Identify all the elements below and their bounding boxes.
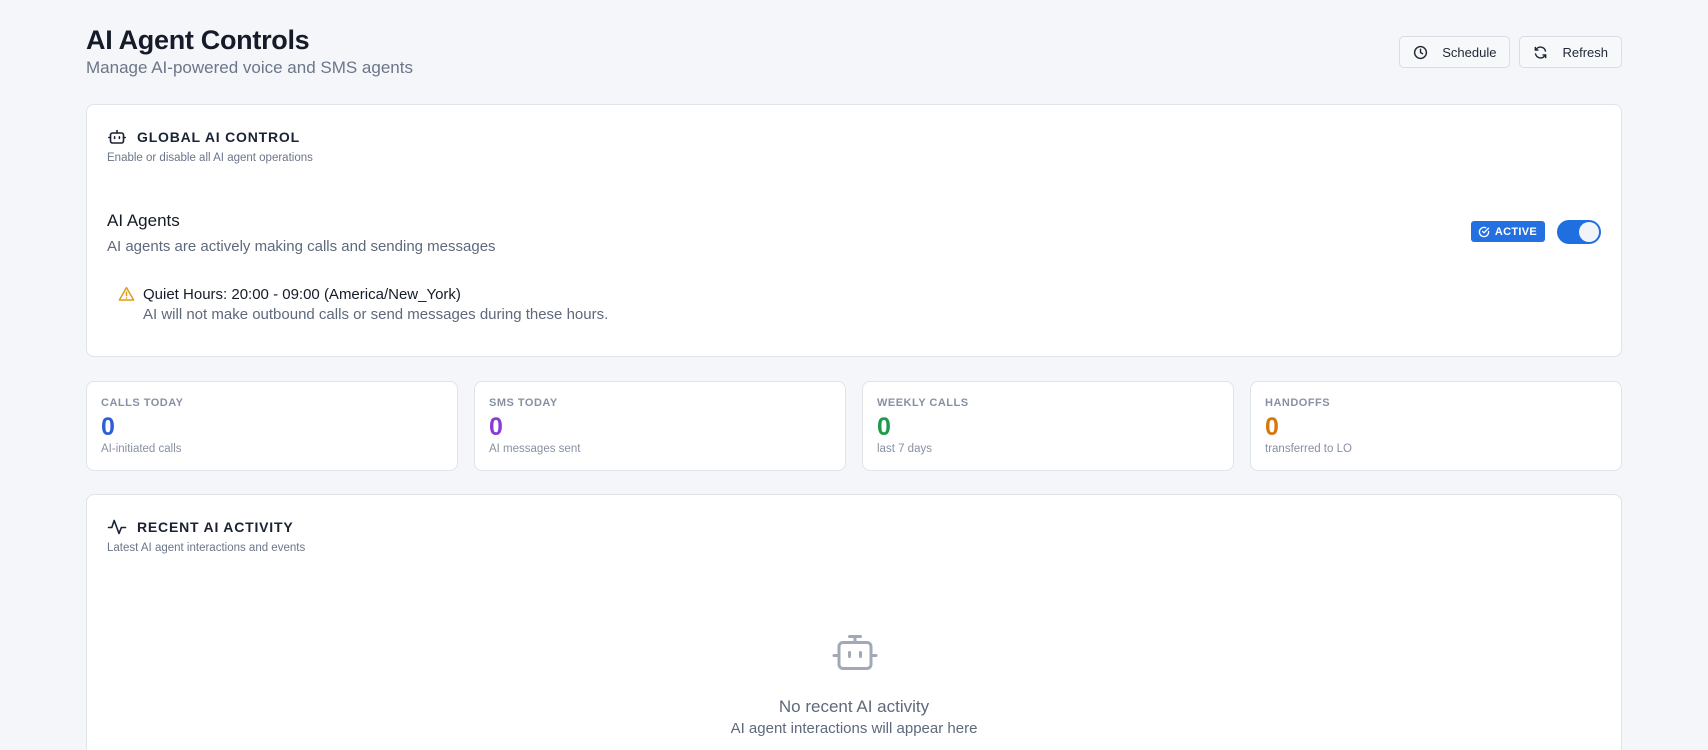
- quiet-hours-title: Quiet Hours: 20:00 - 09:00 (America/New_…: [143, 286, 461, 303]
- schedule-button[interactable]: Schedule: [1399, 36, 1511, 68]
- empty-state-description: AI agent interactions will appear here: [730, 720, 978, 737]
- toggle-knob: [1579, 222, 1599, 242]
- clock-icon: [1413, 45, 1428, 60]
- quiet-hours-description: AI will not make outbound calls or send …: [143, 306, 609, 323]
- ai-agents-toggle[interactable]: [1557, 220, 1601, 244]
- stat-label: WEEKLY CALLS: [877, 397, 969, 409]
- global-ai-control-card: GLOBAL AI CONTROL Enable or disable all …: [86, 104, 1622, 357]
- stat-sublabel: last 7 days: [877, 443, 932, 455]
- stat-label: SMS TODAY: [489, 397, 558, 409]
- page-title: AI Agent Controls: [86, 25, 310, 55]
- refresh-button[interactable]: Refresh: [1519, 36, 1622, 68]
- stat-card-calls-today: CALLS TODAY 0 AI-initiated calls: [86, 381, 458, 471]
- stat-sublabel: AI messages sent: [489, 443, 581, 455]
- header-actions: Schedule Refresh: [1399, 36, 1622, 68]
- page-subtitle: Manage AI-powered voice and SMS agents: [86, 58, 413, 77]
- recent-ai-activity-title: RECENT AI ACTIVITY: [137, 519, 294, 535]
- global-ai-control-header: GLOBAL AI CONTROL: [107, 127, 300, 147]
- page-header: AI Agent Controls Manage AI-powered voic…: [86, 0, 1622, 104]
- stat-value: 0: [101, 413, 115, 441]
- empty-state-title: No recent AI activity: [778, 697, 930, 716]
- stat-sublabel: AI-initiated calls: [101, 443, 182, 455]
- status-badge-label: ACTIVE: [1494, 225, 1537, 238]
- bot-icon: [832, 634, 878, 674]
- global-ai-control-description: Enable or disable all AI agent operation…: [107, 152, 313, 164]
- stat-card-weekly-calls: WEEKLY CALLS 0 last 7 days: [862, 381, 1234, 471]
- recent-ai-activity-header: RECENT AI ACTIVITY: [107, 517, 293, 537]
- activity-icon: [107, 517, 127, 537]
- stat-label: CALLS TODAY: [101, 397, 184, 409]
- stat-value: 0: [489, 413, 503, 441]
- global-ai-control-title: GLOBAL AI CONTROL: [137, 129, 300, 145]
- check-circle-icon: [1478, 226, 1490, 238]
- stat-card-handoffs: HANDOFFS 0 transferred to LO: [1250, 381, 1622, 471]
- stat-value: 0: [877, 413, 891, 441]
- stat-card-sms-today: SMS TODAY 0 AI messages sent: [474, 381, 846, 471]
- schedule-button-label: Schedule: [1442, 44, 1497, 60]
- stat-value: 0: [1265, 413, 1279, 441]
- stat-label: HANDOFFS: [1265, 397, 1331, 409]
- refresh-button-label: Refresh: [1562, 44, 1608, 60]
- status-badge: ACTIVE: [1470, 221, 1545, 242]
- refresh-icon: [1533, 45, 1548, 60]
- warning-icon: [118, 286, 135, 302]
- page: AI Agent Controls Manage AI-powered voic…: [86, 0, 1622, 750]
- stats-row: CALLS TODAY 0 AI-initiated calls SMS TOD…: [86, 381, 1622, 471]
- ai-agents-description: AI agents are actively making calls and …: [107, 238, 496, 255]
- bot-icon: [107, 127, 127, 147]
- stat-sublabel: transferred to LO: [1265, 443, 1352, 455]
- ai-agents-title: AI Agents: [107, 211, 180, 230]
- recent-ai-activity-description: Latest AI agent interactions and events: [107, 542, 306, 554]
- recent-ai-activity-card: RECENT AI ACTIVITY Latest AI agent inter…: [86, 494, 1622, 750]
